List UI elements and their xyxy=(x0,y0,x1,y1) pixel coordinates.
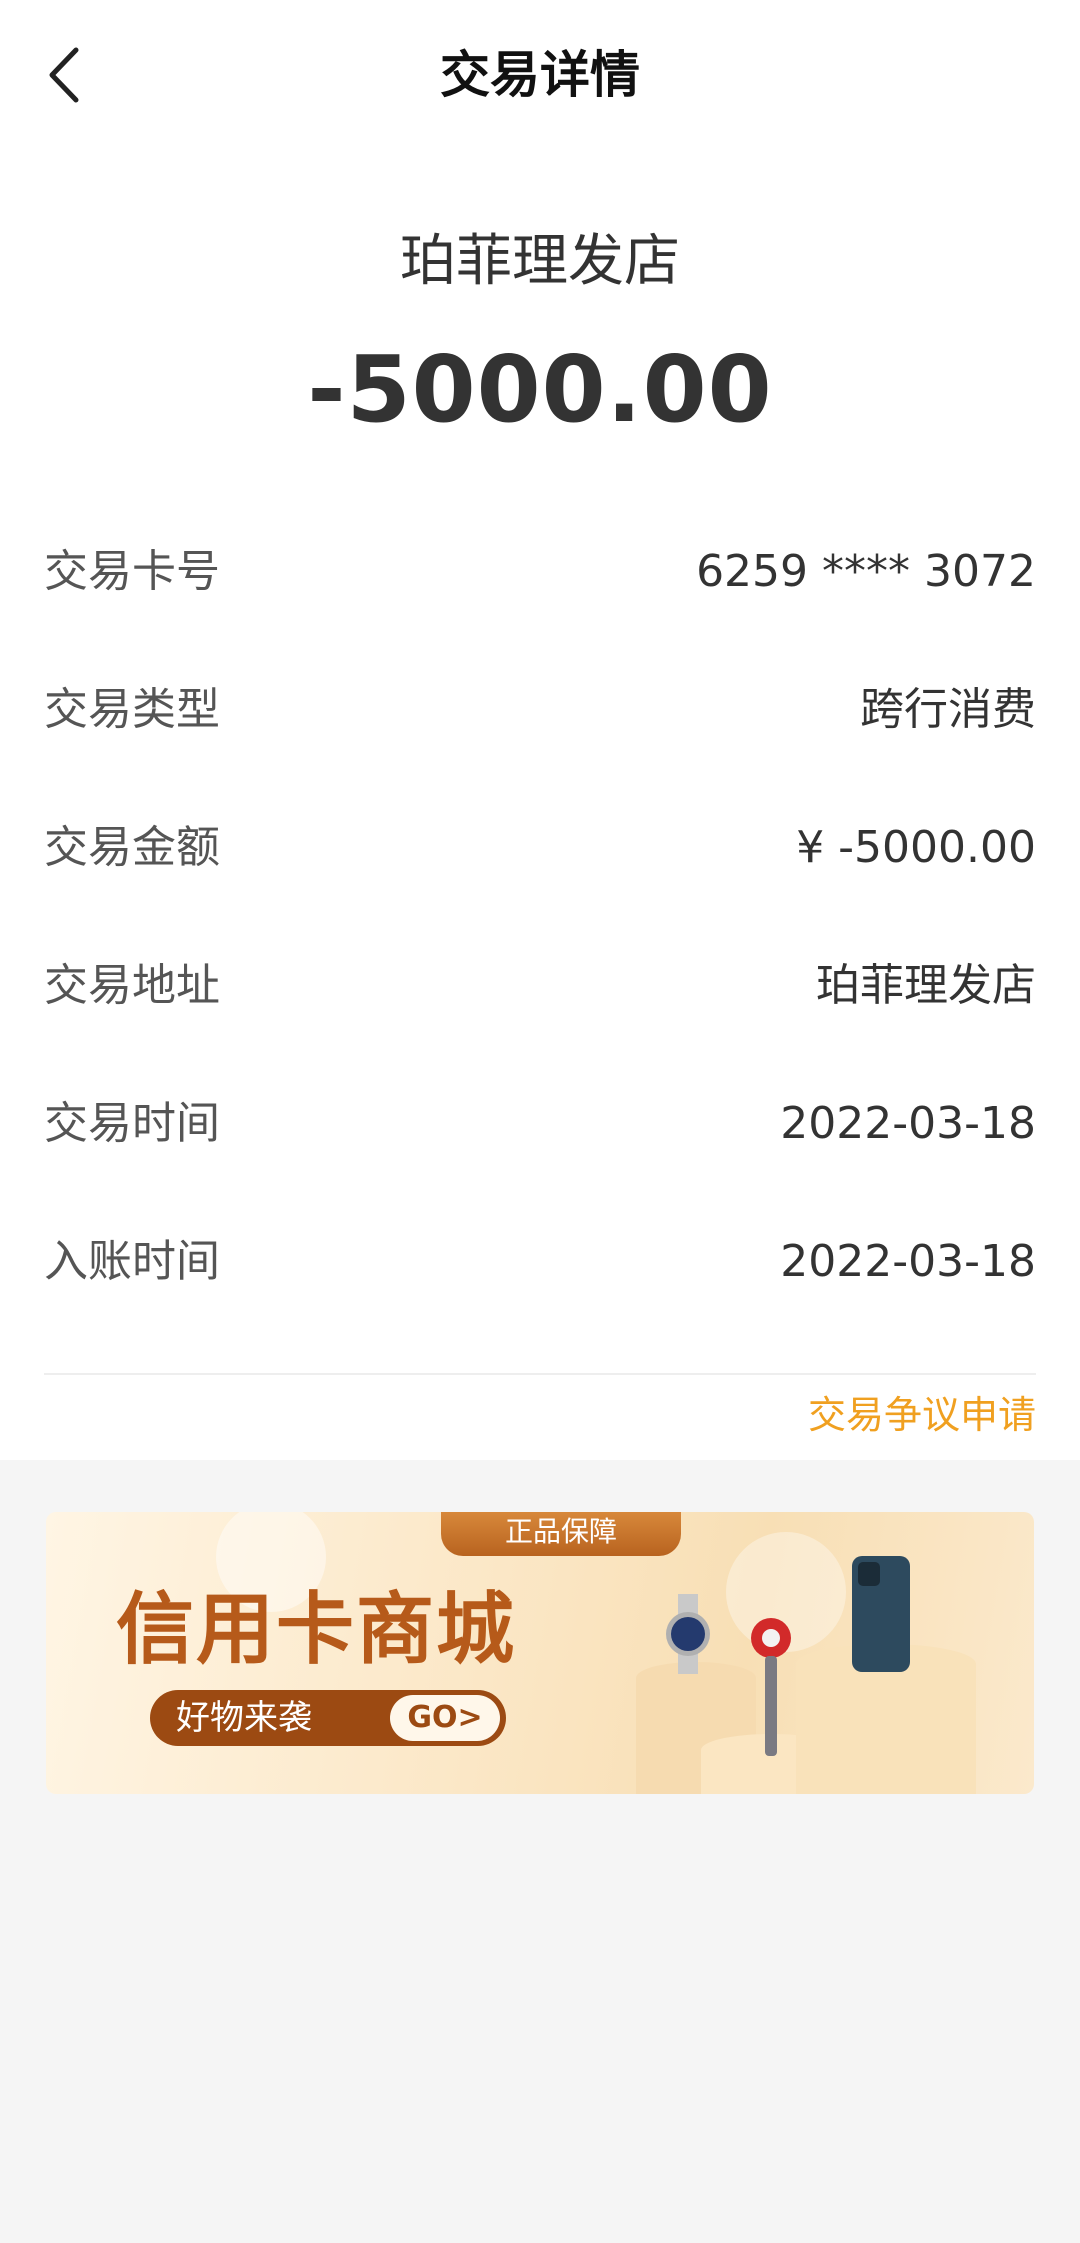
credit-card-mall-banner[interactable]: 正品保障 信用卡商城 好物来袭 GO> xyxy=(46,1512,1034,1794)
navigation-bar: 交易详情 xyxy=(0,0,1080,150)
page-title: 交易详情 xyxy=(440,46,640,104)
promo-pill: 好物来袭 GO> xyxy=(150,1690,506,1746)
transaction-amount: -5000.00 xyxy=(307,336,773,443)
detail-label: 交易金额 xyxy=(44,822,220,873)
detail-row-posting-time: 入账时间 2022-03-18 xyxy=(44,1210,1036,1348)
promo-text: 好物来袭 xyxy=(176,1698,312,1738)
detail-value: 跨行消费 xyxy=(860,684,1036,735)
detail-value: ¥ -5000.00 xyxy=(796,822,1036,873)
detail-row-address: 交易地址 珀菲理发店 xyxy=(44,934,1036,1072)
divider xyxy=(44,1373,1036,1375)
detail-label: 交易卡号 xyxy=(44,546,220,597)
detail-label: 交易地址 xyxy=(44,960,220,1011)
detail-row-amount: 交易金额 ¥ -5000.00 xyxy=(44,796,1036,934)
detail-row-card-number: 交易卡号 6259 **** 3072 xyxy=(44,520,1036,658)
detail-row-transaction-time: 交易时间 2022-03-18 xyxy=(44,1072,1036,1210)
detail-label: 交易类型 xyxy=(44,684,220,735)
detail-value: 珀菲理发店 xyxy=(816,960,1036,1011)
genuine-guarantee-tag: 正品保障 xyxy=(441,1512,681,1556)
detail-list: 交易卡号 6259 **** 3072 交易类型 跨行消费 交易金额 ¥ -50… xyxy=(44,520,1036,1348)
detail-label: 入账时间 xyxy=(44,1236,220,1287)
transaction-detail-page: 交易详情 珀菲理发店 -5000.00 交易卡号 6259 **** 3072 … xyxy=(0,0,1080,2243)
transaction-card: 交易详情 珀菲理发店 -5000.00 交易卡号 6259 **** 3072 … xyxy=(0,0,1080,1460)
phone-image xyxy=(852,1556,910,1672)
go-button[interactable]: GO> xyxy=(390,1695,500,1741)
detail-row-type: 交易类型 跨行消费 xyxy=(44,658,1036,796)
merchant-name: 珀菲理发店 xyxy=(400,229,680,294)
detail-label: 交易时间 xyxy=(44,1098,220,1149)
dispute-link[interactable]: 交易争议申请 xyxy=(808,1385,1036,1445)
hair-dryer-image xyxy=(751,1618,791,1756)
detail-value: 2022-03-18 xyxy=(780,1098,1036,1149)
detail-value: 2022-03-18 xyxy=(780,1236,1036,1287)
detail-value: 6259 **** 3072 xyxy=(696,546,1036,597)
watch-image xyxy=(666,1594,710,1674)
banner-title: 信用卡商城 xyxy=(116,1585,517,1675)
